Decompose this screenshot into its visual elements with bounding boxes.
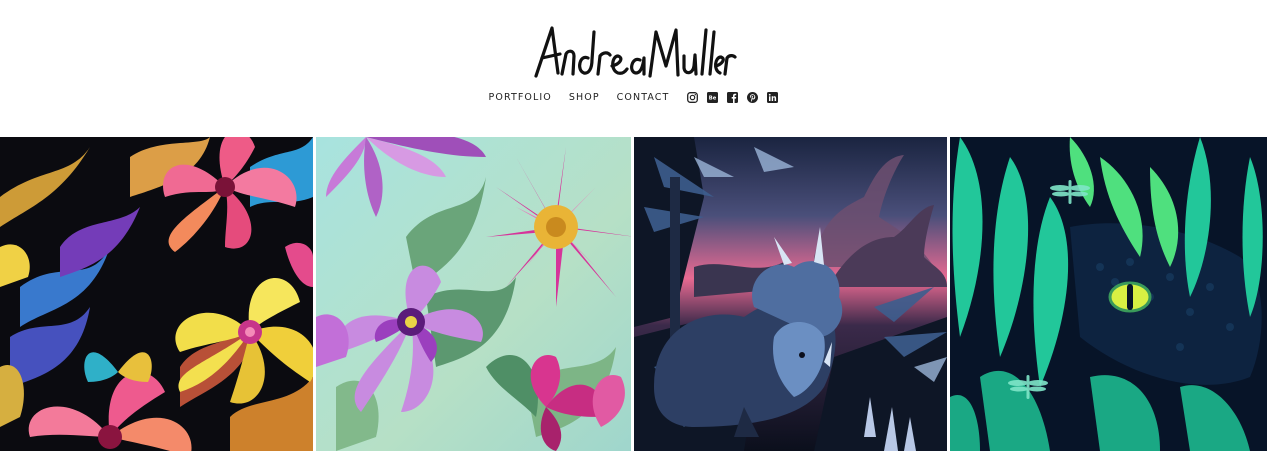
nav-shop-link[interactable]: SHOP xyxy=(569,92,600,103)
svg-text:Be: Be xyxy=(709,95,717,101)
gallery-tile-hibiscus[interactable] xyxy=(0,137,313,451)
signature-logo xyxy=(534,26,737,78)
main-nav: PORTFOLIO SHOP CONTACT Be xyxy=(0,90,1267,104)
hibiscus-artwork xyxy=(0,137,313,451)
instagram-icon[interactable] xyxy=(687,91,699,103)
reptile-eye-artwork xyxy=(950,137,1267,451)
behance-icon[interactable]: Be xyxy=(707,91,719,103)
site-header: PORTFOLIO SHOP CONTACT Be xyxy=(0,0,1267,137)
pinterest-icon[interactable] xyxy=(747,91,759,103)
gallery-tile-floral[interactable] xyxy=(316,137,631,451)
triceratops-artwork xyxy=(634,137,947,451)
social-links: Be xyxy=(687,91,779,103)
site-logo[interactable] xyxy=(528,18,738,80)
gallery-tile-triceratops[interactable] xyxy=(634,137,947,451)
facebook-icon[interactable] xyxy=(727,91,739,103)
floral-artwork xyxy=(316,137,631,451)
portfolio-gallery xyxy=(0,137,1267,451)
linkedin-icon[interactable] xyxy=(767,91,779,103)
nav-contact-link[interactable]: CONTACT xyxy=(617,92,670,103)
gallery-tile-reptile-eye[interactable] xyxy=(950,137,1267,451)
nav-portfolio-link[interactable]: PORTFOLIO xyxy=(489,92,552,103)
